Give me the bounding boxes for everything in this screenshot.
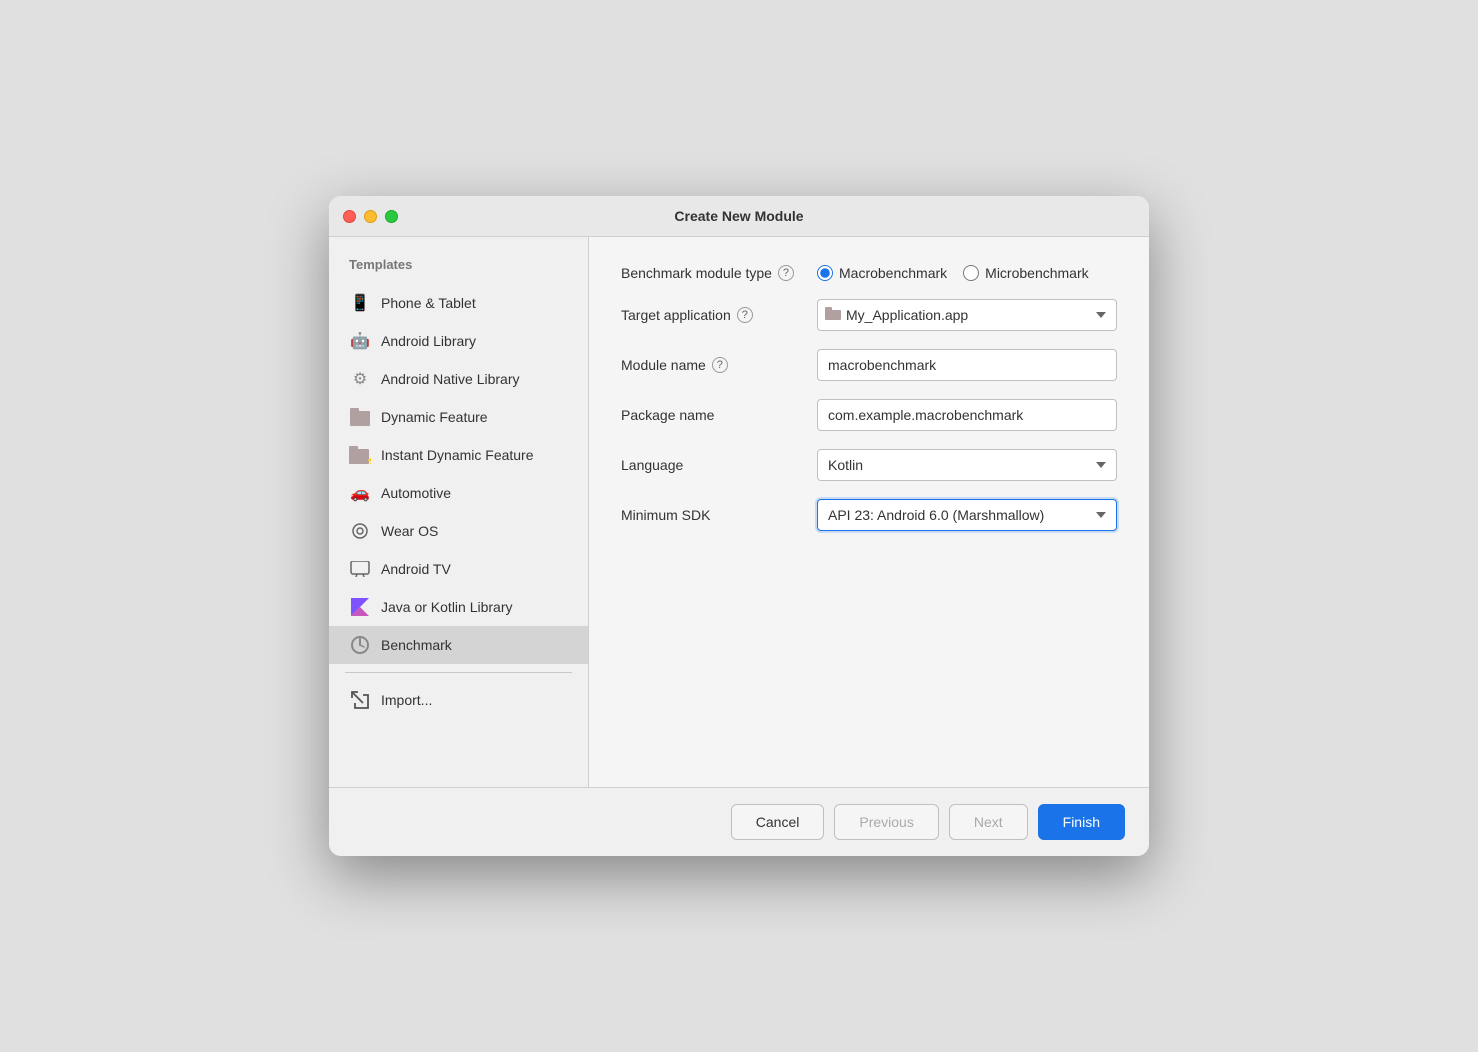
minimum-sdk-label: Minimum SDK	[621, 507, 801, 523]
sidebar-label-wear-os: Wear OS	[381, 523, 438, 539]
macrobenchmark-radio[interactable]	[817, 265, 833, 281]
automotive-icon: 🚗	[349, 482, 371, 504]
minimum-sdk-row: Minimum SDK API 23: Android 6.0 (Marshma…	[621, 499, 1117, 531]
macrobenchmark-option[interactable]: Macrobenchmark	[817, 265, 947, 281]
sidebar-item-kotlin-library[interactable]: Java or Kotlin Library	[329, 588, 588, 626]
sidebar-item-import[interactable]: Import...	[329, 681, 588, 719]
sidebar-label-automotive: Automotive	[381, 485, 451, 501]
dialog-title: Create New Module	[674, 208, 803, 224]
close-button[interactable]	[343, 210, 356, 223]
sidebar-section-title: Templates	[329, 257, 588, 284]
sidebar-item-benchmark[interactable]: Benchmark	[329, 626, 588, 664]
cancel-button[interactable]: Cancel	[731, 804, 825, 840]
language-row: Language Kotlin	[621, 449, 1117, 481]
sidebar-label-kotlin-library: Java or Kotlin Library	[381, 599, 513, 615]
target-application-select[interactable]: My_Application.app	[817, 299, 1117, 331]
wearos-icon	[349, 520, 371, 542]
minimum-sdk-select[interactable]: API 23: Android 6.0 (Marshmallow)	[817, 499, 1117, 531]
sidebar-item-wear-os[interactable]: Wear OS	[329, 512, 588, 550]
sidebar-label-dynamic-feature: Dynamic Feature	[381, 409, 488, 425]
module-name-label: Module name ?	[621, 357, 801, 373]
maximize-button[interactable]	[385, 210, 398, 223]
sidebar-label-android-library: Android Library	[381, 333, 476, 349]
android-icon: 🤖	[349, 330, 371, 352]
microbenchmark-option[interactable]: Microbenchmark	[963, 265, 1088, 281]
tv-icon	[349, 558, 371, 580]
package-name-input[interactable]	[817, 399, 1117, 431]
sidebar-item-instant-dynamic[interactable]: ⚡ Instant Dynamic Feature	[329, 436, 588, 474]
sidebar-item-phone-tablet[interactable]: 📱 Phone & Tablet	[329, 284, 588, 322]
sidebar-label-android-native: Android Native Library	[381, 371, 520, 387]
sidebar-label-instant-dynamic: Instant Dynamic Feature	[381, 447, 534, 463]
microbenchmark-radio[interactable]	[963, 265, 979, 281]
footer: Cancel Previous Next Finish	[329, 787, 1149, 856]
target-application-row: Target application ? My_Application.app	[621, 299, 1117, 331]
sidebar-label-android-tv: Android TV	[381, 561, 451, 577]
finish-button[interactable]: Finish	[1038, 804, 1125, 840]
sidebar-item-android-tv[interactable]: Android TV	[329, 550, 588, 588]
kotlin-icon	[349, 596, 371, 618]
target-application-wrapper: My_Application.app	[817, 299, 1117, 331]
sidebar: Templates 📱 Phone & Tablet 🤖 Android Lib…	[329, 237, 589, 787]
module-name-help-icon[interactable]: ?	[712, 357, 728, 373]
native-icon: ⚙	[349, 368, 371, 390]
language-label: Language	[621, 457, 801, 473]
sidebar-divider	[345, 672, 572, 673]
create-new-module-dialog: Create New Module Templates 📱 Phone & Ta…	[329, 196, 1149, 856]
phone-icon: 📱	[349, 292, 371, 314]
benchmark-type-label: Benchmark module type ?	[621, 265, 801, 281]
import-icon	[349, 689, 371, 711]
benchmark-icon	[349, 634, 371, 656]
traffic-lights	[343, 210, 398, 223]
sidebar-label-import: Import...	[381, 692, 432, 708]
main-panel: Benchmark module type ? Macrobenchmark M…	[589, 237, 1149, 787]
svg-text:⚡: ⚡	[365, 454, 371, 464]
sidebar-item-dynamic-feature[interactable]: Dynamic Feature	[329, 398, 588, 436]
sidebar-items-list: 📱 Phone & Tablet 🤖 Android Library ⚙ And…	[329, 284, 588, 767]
content-area: Templates 📱 Phone & Tablet 🤖 Android Lib…	[329, 237, 1149, 787]
instant-dynamic-icon: ⚡	[349, 444, 371, 466]
minimize-button[interactable]	[364, 210, 377, 223]
benchmark-type-options: Macrobenchmark Microbenchmark	[817, 265, 1089, 281]
sidebar-item-android-native[interactable]: ⚙ Android Native Library	[329, 360, 588, 398]
module-name-input[interactable]	[817, 349, 1117, 381]
sidebar-item-automotive[interactable]: 🚗 Automotive	[329, 474, 588, 512]
sidebar-item-android-library[interactable]: 🤖 Android Library	[329, 322, 588, 360]
previous-button[interactable]: Previous	[834, 804, 938, 840]
benchmark-type-help-icon[interactable]: ?	[778, 265, 794, 281]
package-name-label: Package name	[621, 407, 801, 423]
language-select[interactable]: Kotlin	[817, 449, 1117, 481]
dynamic-feature-icon	[349, 406, 371, 428]
title-bar: Create New Module	[329, 196, 1149, 237]
sidebar-label-phone-tablet: Phone & Tablet	[381, 295, 476, 311]
package-name-row: Package name	[621, 399, 1117, 431]
sidebar-label-benchmark: Benchmark	[381, 637, 452, 653]
benchmark-type-row: Benchmark module type ? Macrobenchmark M…	[621, 265, 1117, 281]
target-application-label: Target application ?	[621, 307, 801, 323]
module-name-row: Module name ?	[621, 349, 1117, 381]
next-button[interactable]: Next	[949, 804, 1028, 840]
target-application-help-icon[interactable]: ?	[737, 307, 753, 323]
folder-icon	[825, 307, 841, 323]
